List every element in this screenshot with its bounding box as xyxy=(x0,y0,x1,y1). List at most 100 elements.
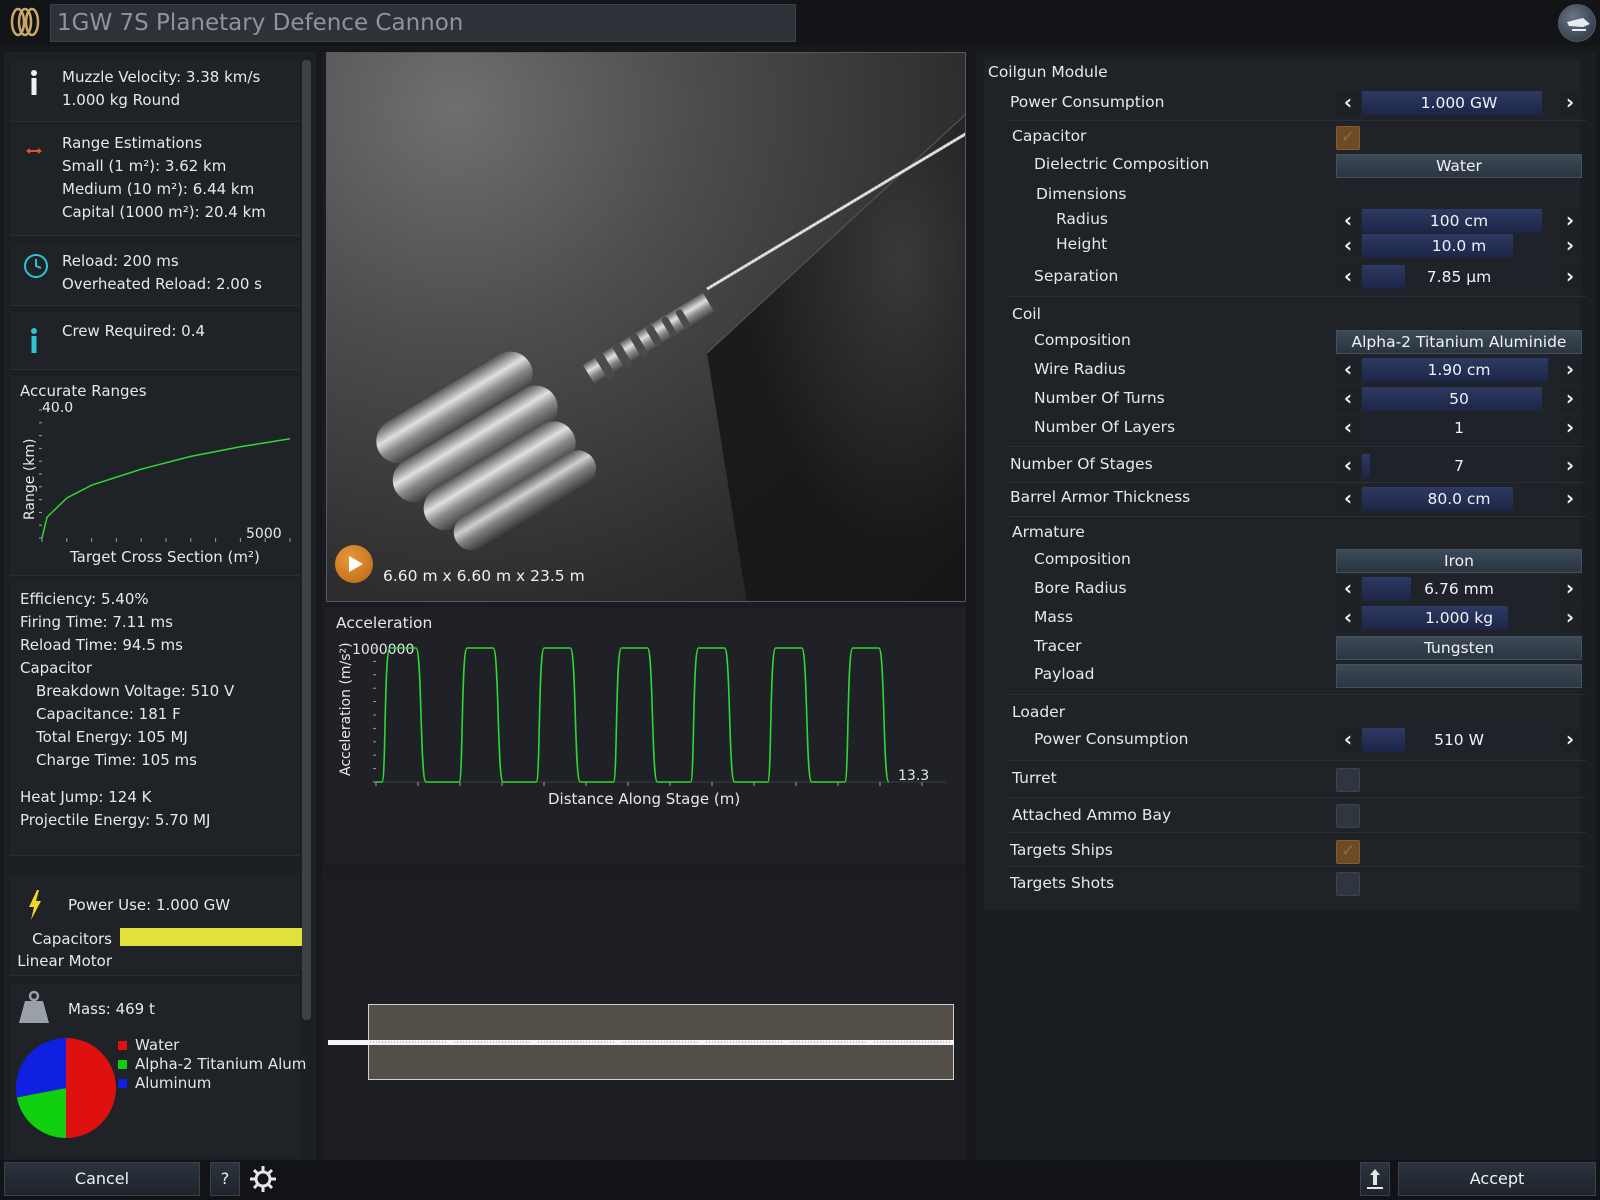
stepper-value: 1.90 cm xyxy=(1427,361,1491,379)
armature-mass-label: Mass xyxy=(1034,608,1074,626)
turns-stepper[interactable]: ‹ 50 › xyxy=(1336,387,1582,411)
stepper-track[interactable]: 100 cm xyxy=(1362,209,1556,233)
acceleration-title: Acceleration xyxy=(336,614,433,632)
range-arrows-icon xyxy=(26,142,42,160)
model-viewport[interactable]: 6.60 m x 6.60 m x 23.5 m xyxy=(326,52,966,602)
design-name-input[interactable] xyxy=(50,4,796,42)
stepper-value: 10.0 m xyxy=(1431,237,1487,255)
tracer-label: Tracer xyxy=(1034,637,1082,655)
stepper-track[interactable]: 1 xyxy=(1362,416,1556,440)
separation-stepper[interactable]: ‹ 7.85 μm › xyxy=(1336,265,1582,289)
preview-panel: 6.60 m x 6.60 m x 23.5 m Acceleration 10… xyxy=(322,52,966,1160)
stepper-track[interactable]: 1.90 cm xyxy=(1362,358,1556,382)
power-consumption-label: Power Consumption xyxy=(1010,93,1165,111)
targets-ships-checkbox[interactable] xyxy=(1336,840,1360,864)
help-button[interactable]: ? xyxy=(210,1162,240,1196)
decrease-icon[interactable]: ‹ xyxy=(1336,487,1360,511)
title-bar xyxy=(0,0,1600,46)
stepper-value: 1 xyxy=(1454,419,1464,437)
reload-card: Reload: 200 ms Overheated Reload: 2.00 s xyxy=(10,242,300,306)
payload-select[interactable] xyxy=(1336,664,1582,688)
decrease-icon[interactable]: ‹ xyxy=(1336,265,1360,289)
stepper-track[interactable]: 1.000 kg xyxy=(1362,606,1556,630)
power-consumption-stepper[interactable]: ‹ 1.000 GW › xyxy=(1336,91,1582,115)
mass-card: Mass: 469 t Water Alpha-2 Titanium Alum Al… xyxy=(10,984,306,1158)
tracer-select[interactable]: Tungsten xyxy=(1336,636,1582,660)
stepper-track[interactable]: 80.0 cm xyxy=(1362,487,1556,511)
breakdown-voltage: Breakdown Voltage: 510 V xyxy=(36,682,235,700)
stats-panel: Muzzle Velocity: 3.38 km/s 1.000 kg Roun… xyxy=(4,52,316,1160)
increase-icon[interactable]: › xyxy=(1558,487,1582,511)
legend-swatch xyxy=(118,1041,127,1050)
increase-icon[interactable]: › xyxy=(1558,387,1582,411)
decrease-icon[interactable]: ‹ xyxy=(1336,234,1360,258)
muzzle-velocity: Muzzle Velocity: 3.38 km/s xyxy=(62,68,261,86)
dielectric-select[interactable]: Water xyxy=(1336,154,1582,178)
separation-label: Separation xyxy=(1034,267,1119,285)
decrease-icon[interactable]: ‹ xyxy=(1336,577,1360,601)
stepper-track[interactable]: 6.76 mm xyxy=(1362,577,1556,601)
capacitors-bar-fill xyxy=(120,928,306,946)
loader-label: Loader xyxy=(1012,703,1066,721)
ammo-bay-checkbox[interactable] xyxy=(1336,804,1360,828)
radius-stepper[interactable]: ‹ 100 cm › xyxy=(1336,209,1582,233)
coil-composition-label: Composition xyxy=(1034,331,1131,349)
capacitor-checkbox[interactable] xyxy=(1336,126,1360,150)
decrease-icon[interactable]: ‹ xyxy=(1336,358,1360,382)
stepper-track[interactable]: 10.0 m xyxy=(1362,234,1556,258)
loader-power-stepper[interactable]: ‹ 510 W › xyxy=(1336,728,1582,752)
coil-composition-select[interactable]: Alpha-2 Titanium Aluminide xyxy=(1336,330,1582,354)
decrease-icon[interactable]: ‹ xyxy=(1336,454,1360,478)
stepper-track[interactable]: 7.85 μm xyxy=(1362,265,1556,289)
armature-composition-select[interactable]: Iron xyxy=(1336,549,1582,573)
layers-stepper[interactable]: ‹ 1 › xyxy=(1336,416,1582,440)
stepper-track[interactable]: 7 xyxy=(1362,454,1556,478)
settings-gear-icon[interactable] xyxy=(246,1162,280,1196)
increase-icon[interactable]: › xyxy=(1558,265,1582,289)
left-scrollbar[interactable] xyxy=(302,60,311,1020)
range-card: Range Estimations Small (1 m²): 3.62 km … xyxy=(10,126,300,236)
height-stepper[interactable]: ‹ 10.0 m › xyxy=(1336,234,1582,258)
cancel-button[interactable]: Cancel xyxy=(4,1162,200,1196)
dimensions-label: Dimensions xyxy=(1036,185,1127,203)
accurate-ranges-chart: 40.0 5000 Target Cross Section (m²) Range (… xyxy=(22,402,291,566)
stepper-track[interactable]: 50 xyxy=(1362,387,1556,411)
increase-icon[interactable]: › xyxy=(1558,91,1582,115)
bore-radius-stepper[interactable]: ‹ 6.76 mm › xyxy=(1336,577,1582,601)
upload-icon[interactable] xyxy=(1360,1162,1390,1196)
increase-icon[interactable]: › xyxy=(1558,416,1582,440)
ship-designer-icon[interactable] xyxy=(1558,4,1596,42)
stepper-track[interactable]: 1.000 GW xyxy=(1362,91,1556,115)
decrease-icon[interactable]: ‹ xyxy=(1336,387,1360,411)
decrease-icon[interactable]: ‹ xyxy=(1336,416,1360,440)
decrease-icon[interactable]: ‹ xyxy=(1336,728,1360,752)
stepper-value: 100 cm xyxy=(1429,212,1489,230)
armature-mass-stepper[interactable]: ‹ 1.000 kg › xyxy=(1336,606,1582,630)
increase-icon[interactable]: › xyxy=(1558,358,1582,382)
turret-checkbox[interactable] xyxy=(1336,768,1360,792)
play-button[interactable] xyxy=(335,545,373,583)
y-axis-label: Acceleration (m/s²) xyxy=(338,642,354,776)
y-axis-label: Range (km) xyxy=(22,439,38,521)
increase-icon[interactable]: › xyxy=(1558,209,1582,233)
accept-button[interactable]: Accept xyxy=(1398,1162,1596,1196)
round-mass: 1.000 kg Round xyxy=(62,91,181,109)
increase-icon[interactable]: › xyxy=(1558,577,1582,601)
increase-icon[interactable]: › xyxy=(1558,606,1582,630)
legend-swatch xyxy=(118,1060,127,1069)
stepper-track[interactable]: 510 W xyxy=(1362,728,1556,752)
increase-icon[interactable]: › xyxy=(1558,454,1582,478)
decrease-icon[interactable]: ‹ xyxy=(1336,91,1360,115)
barrel-armor-stepper[interactable]: ‹ 80.0 cm › xyxy=(1336,487,1582,511)
increase-icon[interactable]: › xyxy=(1558,234,1582,258)
targets-shots-checkbox[interactable] xyxy=(1336,872,1360,896)
increase-icon[interactable]: › xyxy=(1558,728,1582,752)
radius-label: Radius xyxy=(1056,210,1108,228)
decrease-icon[interactable]: ‹ xyxy=(1336,606,1360,630)
wire-radius-stepper[interactable]: ‹ 1.90 cm › xyxy=(1336,358,1582,382)
stages-stepper[interactable]: ‹ 7 › xyxy=(1336,454,1582,478)
x-axis-label: Distance Along Stage (m) xyxy=(548,790,740,808)
stepper-value: 6.76 mm xyxy=(1424,580,1494,598)
decrease-icon[interactable]: ‹ xyxy=(1336,209,1360,233)
legend-label: Water xyxy=(135,1036,180,1054)
